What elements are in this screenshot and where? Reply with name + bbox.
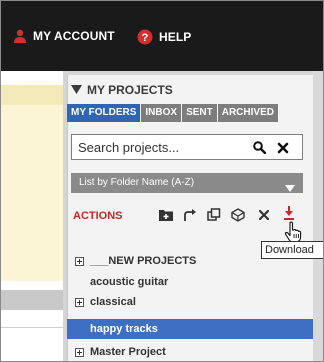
tab-inbox[interactable]: INBOX <box>141 104 183 122</box>
folder-classical[interactable]: classical <box>67 292 313 312</box>
background-highlight-header <box>1 85 63 105</box>
add-folder-icon[interactable] <box>159 208 173 222</box>
download-icon[interactable] <box>283 205 295 221</box>
tab-archived[interactable]: ARCHIVED <box>217 104 279 122</box>
help-icon: ? <box>137 29 153 45</box>
triangle-down-icon <box>71 83 82 97</box>
duplicate-icon[interactable] <box>207 208 221 222</box>
folder-master-project[interactable]: Master Project <box>67 342 313 361</box>
my-account-link[interactable]: MY ACCOUNT <box>13 29 115 43</box>
top-navigation-bar: MY ACCOUNT ? HELP <box>1 1 323 71</box>
move-icon[interactable] <box>183 208 197 222</box>
expand-plus-icon[interactable] <box>75 297 84 307</box>
user-icon <box>13 29 27 43</box>
folder-new-projects[interactable]: ___NEW PROJECTS <box>67 251 313 271</box>
sort-select[interactable]: List by Folder Name (A-Z) <box>71 173 303 193</box>
folder-label: ___NEW PROJECTS <box>90 255 197 267</box>
tab-my-folders[interactable]: MY FOLDERS <box>67 104 142 122</box>
background-highlight <box>1 85 63 281</box>
help-label: HELP <box>159 30 192 44</box>
folder-acoustic-guitar[interactable]: acoustic guitar <box>67 272 313 292</box>
folder-label: Master Project <box>90 346 166 358</box>
search-icon[interactable] <box>253 141 267 159</box>
expand-plus-icon[interactable] <box>75 347 84 357</box>
expand-plus-icon[interactable] <box>75 256 84 266</box>
actions-label: ACTIONS <box>73 210 123 222</box>
delete-icon[interactable] <box>259 210 269 220</box>
window-frame: MY ACCOUNT ? HELP MY PROJECTS MY FOLDERS… <box>0 0 324 362</box>
sort-selected-value: List by Folder Name (A-Z) <box>79 177 195 188</box>
my-account-label: MY ACCOUNT <box>33 29 115 43</box>
folder-label: classical <box>90 296 136 308</box>
share-icon[interactable] <box>231 208 245 222</box>
background-grey-band <box>1 290 63 310</box>
projects-panel-toggle[interactable]: MY PROJECTS <box>71 83 173 97</box>
folder-label: acoustic guitar <box>90 276 169 288</box>
svg-text:?: ? <box>142 32 149 44</box>
tab-sent[interactable]: SENT <box>182 104 218 122</box>
background-divider <box>1 327 63 328</box>
projects-title: MY PROJECTS <box>87 83 173 97</box>
folder-happy-tracks[interactable]: happy tracks <box>67 319 313 339</box>
help-link[interactable]: ? HELP <box>137 29 191 45</box>
clear-search-icon[interactable] <box>277 141 289 159</box>
chevron-down-icon <box>285 180 295 200</box>
project-tabs: MY FOLDERS INBOX SENT ARCHIVED <box>67 104 279 122</box>
panel-scrollbar[interactable] <box>313 71 323 361</box>
search-box <box>71 134 303 160</box>
folder-label: happy tracks <box>90 323 158 335</box>
search-input[interactable] <box>78 139 248 155</box>
